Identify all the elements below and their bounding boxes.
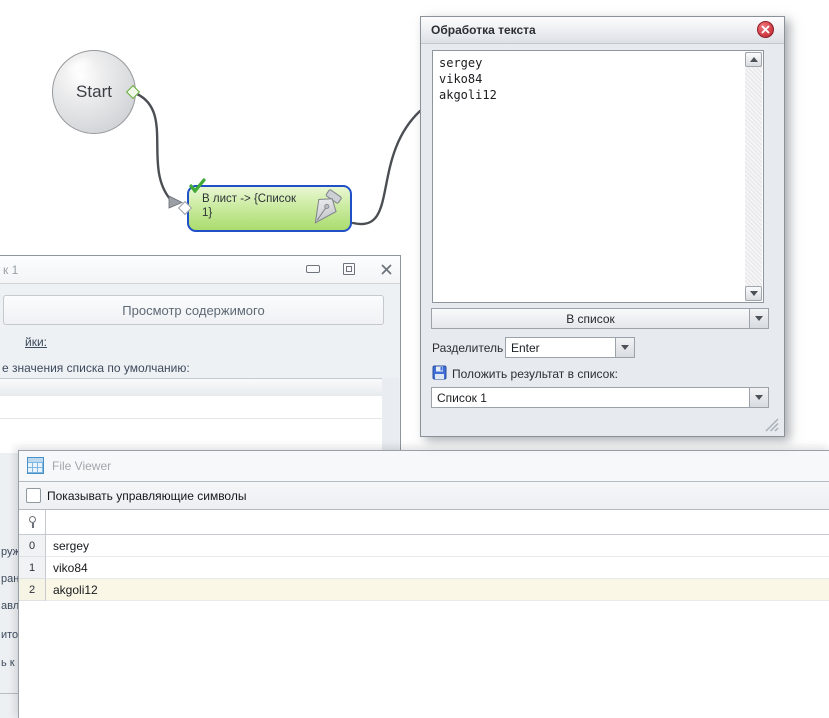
resize-grip[interactable] — [764, 417, 779, 432]
table-row[interactable]: 1 viko84 — [19, 557, 829, 579]
list-window-side-panel: руж ран авл ито ь к — [0, 453, 20, 718]
put-result-label: Положить результат в список: — [452, 367, 618, 381]
connection-action-to-dialog — [351, 109, 422, 226]
list-window-title: к 1 — [3, 263, 19, 277]
view-contents-label: Просмотр содержимого — [122, 302, 265, 318]
text-line: sergey — [439, 56, 483, 70]
result-list-dropdown-button[interactable] — [749, 388, 768, 407]
text-line: akgoli12 — [439, 88, 497, 102]
app-canvas: Start В лист -> {Список 1} к 1 Просмотр … — [0, 0, 829, 718]
save-to-list-icon — [432, 365, 447, 380]
result-list-value[interactable]: Список 1 — [432, 388, 749, 407]
row-value-cell[interactable]: sergey — [46, 535, 829, 557]
dialog-title: Обработка текста — [431, 23, 536, 37]
filter-input-cell[interactable] — [46, 510, 829, 535]
start-node[interactable]: Start — [52, 50, 136, 134]
row-value-cell[interactable]: akgoli12 — [46, 579, 829, 601]
dialog-titlebar: Обработка текста — [421, 17, 784, 44]
chevron-down-icon — [621, 345, 629, 350]
close-button[interactable] — [379, 262, 394, 276]
list-grid-header — [0, 378, 382, 397]
text-line: viko84 — [439, 72, 483, 86]
file-viewer-titlebar: File Viewer — [19, 451, 829, 482]
text-processing-dialog: Обработка текста sergey viko84 akgoli12 … — [420, 16, 785, 437]
filter-row — [19, 510, 829, 535]
scroll-down-button[interactable] — [745, 286, 762, 301]
filter-pin-icon — [28, 516, 36, 528]
result-list-combobox[interactable]: Список 1 — [431, 387, 769, 408]
row-index-cell[interactable]: 0 — [19, 535, 46, 557]
text-content: sergey viko84 akgoli12 — [439, 55, 497, 103]
pen-icon — [314, 189, 342, 224]
list-window-titlebar: к 1 — [0, 256, 400, 284]
table-icon — [27, 457, 44, 474]
table-row[interactable]: 0 sergey — [19, 535, 829, 557]
connection-start-to-action — [135, 92, 172, 201]
row-value-cell[interactable]: viko84 — [46, 557, 829, 579]
separator-dropdown-button[interactable] — [615, 338, 634, 357]
to-list-dropdown-button[interactable] — [749, 309, 768, 328]
separator-combobox[interactable]: Enter — [505, 337, 635, 358]
arrow-up-icon — [749, 57, 758, 62]
dialog-close-button[interactable] — [757, 21, 774, 38]
to-list-label: В список — [566, 311, 615, 326]
start-node-label: Start — [76, 82, 112, 101]
side-button-fragment[interactable]: авл — [1, 600, 19, 612]
file-viewer-title: File Viewer — [52, 459, 112, 473]
show-control-chars-label: Показывать управляющие символы — [47, 489, 247, 503]
side-button-fragment[interactable]: ито — [1, 629, 18, 641]
side-button-fragment[interactable]: ь к — [1, 657, 15, 669]
table-row[interactable]: 2 akgoli12 — [19, 579, 829, 601]
show-control-chars-row: Показывать управляющие символы — [19, 482, 829, 510]
list-grid-row[interactable] — [0, 396, 382, 419]
arrow-down-icon — [749, 291, 758, 296]
to-list-action-button[interactable]: В список — [431, 308, 769, 329]
minimize-button[interactable] — [305, 262, 320, 276]
side-button-fragment[interactable]: ран — [1, 573, 19, 585]
action-node[interactable]: В лист -> {Список 1} — [187, 178, 352, 232]
maximize-button[interactable] — [341, 262, 356, 276]
divider — [0, 693, 19, 694]
close-icon — [761, 25, 770, 34]
text-input-area[interactable]: sergey viko84 akgoli12 — [432, 50, 764, 303]
chevron-down-icon — [755, 395, 763, 400]
separator-label: Разделитель — [432, 341, 504, 355]
row-index-cell[interactable]: 2 — [19, 579, 46, 601]
action-node-label: В лист -> {Список 1} — [202, 193, 297, 219]
row-index-cell[interactable]: 1 — [19, 557, 46, 579]
file-viewer-window: File Viewer Показывать управляющие симво… — [18, 450, 829, 718]
view-contents-button[interactable]: Просмотр содержимого — [3, 295, 384, 325]
close-icon — [381, 264, 392, 274]
scroll-up-button[interactable] — [745, 52, 762, 67]
show-control-chars-checkbox[interactable] — [26, 488, 41, 503]
settings-link[interactable]: йки: — [25, 335, 47, 349]
separator-value[interactable]: Enter — [506, 338, 615, 357]
success-check-icon — [189, 178, 206, 193]
chevron-down-icon — [755, 316, 763, 321]
vertical-scrollbar[interactable] — [745, 52, 762, 301]
filter-header-cell[interactable] — [19, 510, 46, 535]
default-values-label: е значения списка по умолчанию: — [2, 361, 190, 375]
